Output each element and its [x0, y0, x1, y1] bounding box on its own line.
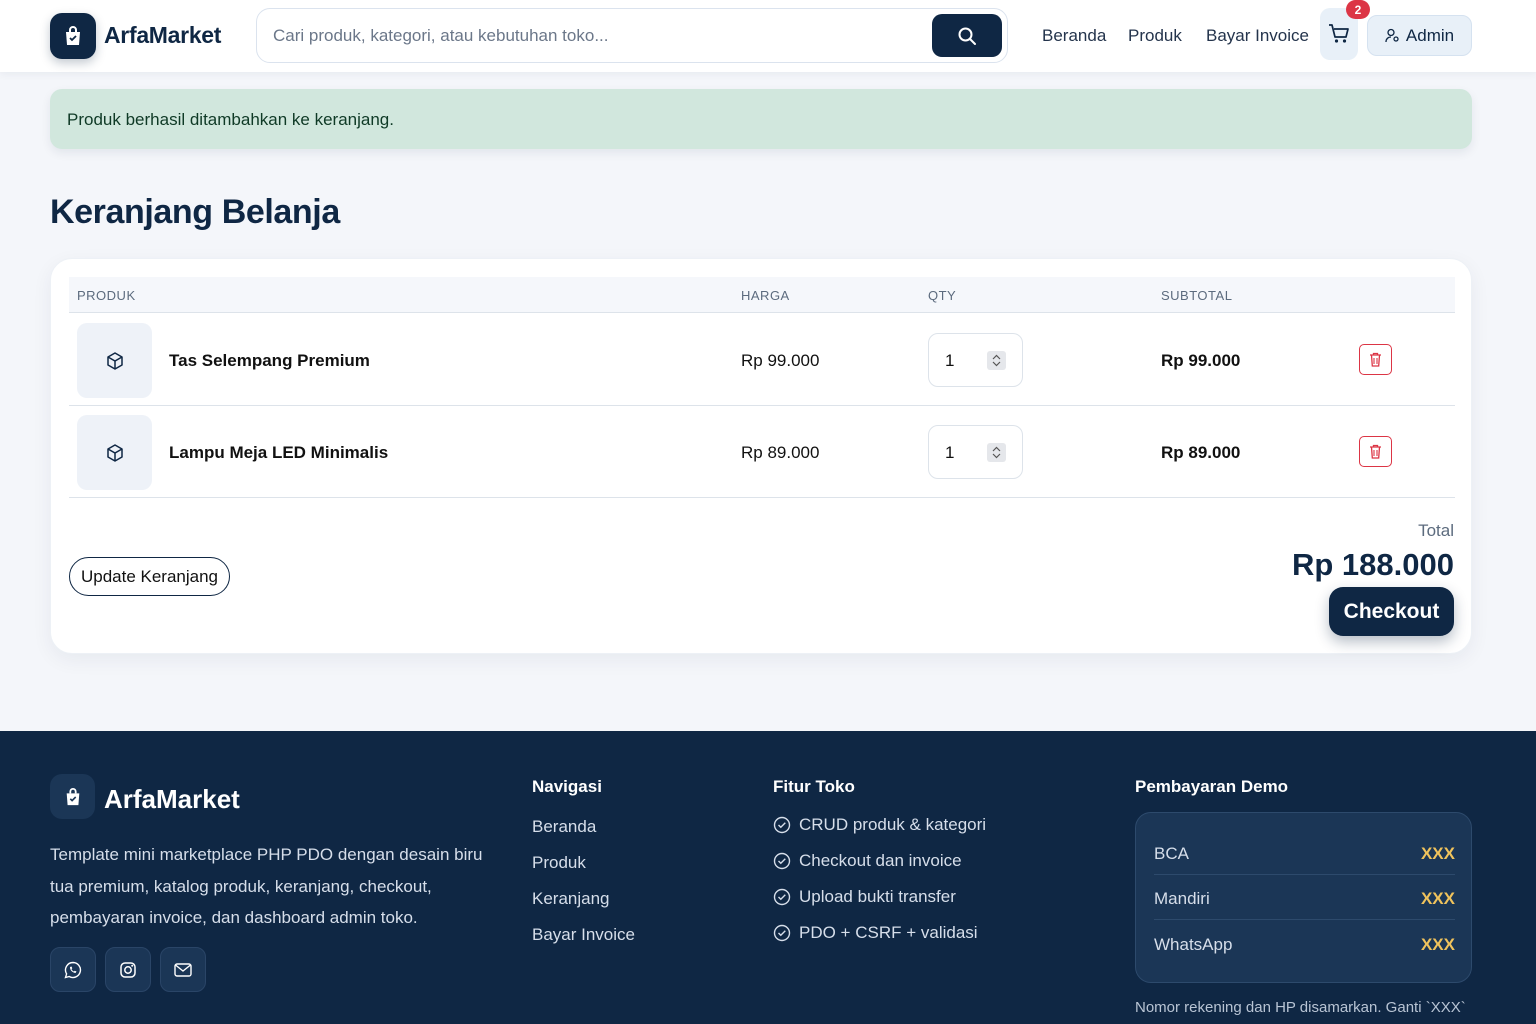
spin-arrows-icon[interactable] — [987, 351, 1006, 370]
table-row: Lampu Meja LED Minimalis Rp 89.000 1 Rp … — [69, 406, 1455, 498]
product-thumbnail[interactable] — [77, 323, 152, 398]
payment-method-value: XXX — [1420, 844, 1455, 863]
cart-icon — [1329, 24, 1349, 43]
cart-count-badge: 2 — [1346, 0, 1370, 19]
spin-arrows-icon[interactable] — [987, 443, 1006, 462]
table-header: PRODUK HARGA QTY SUBTOTAL — [69, 277, 1455, 313]
feature-label: Upload bukti transfer — [799, 887, 956, 906]
shopping-bag-logo-icon[interactable] — [50, 13, 96, 59]
nav-link-bayar-invoice[interactable]: Bayar Invoice — [1206, 26, 1309, 46]
payment-row: Mandiri XXX — [1154, 875, 1455, 920]
success-alert: Produk berhasil ditambahkan ke keranjang… — [50, 89, 1472, 149]
column-header-subtotal: SUBTOTAL — [1161, 288, 1233, 303]
whatsapp-icon[interactable] — [50, 947, 96, 992]
payment-row: BCA XXX — [1154, 830, 1455, 875]
box-icon — [106, 351, 123, 370]
search-bar — [256, 8, 1008, 63]
admin-label: Admin — [1405, 25, 1455, 45]
shopping-bag-logo-icon — [50, 774, 95, 819]
product-price: Rp 89.000 — [741, 443, 820, 462]
check-circle-icon — [773, 924, 791, 942]
payment-method-name: WhatsApp — [1154, 935, 1233, 954]
product-subtotal: Rp 99.000 — [1161, 351, 1241, 370]
payment-method-name: BCA — [1154, 844, 1189, 863]
footer-link-produk[interactable]: Produk — [532, 853, 586, 873]
feature-item: Checkout dan invoice — [773, 851, 962, 871]
nav-link-beranda[interactable]: Beranda — [1042, 26, 1106, 46]
delete-item-button[interactable] — [1359, 344, 1392, 375]
box-icon — [106, 443, 123, 462]
column-header-produk: PRODUK — [77, 288, 136, 303]
payment-info-box: BCA XXX Mandiri XXX WhatsApp XXX — [1135, 812, 1472, 983]
search-input[interactable] — [273, 21, 913, 51]
mail-icon[interactable] — [160, 947, 206, 992]
payment-note: Nomor rekening dan HP disamarkan. Ganti … — [1135, 999, 1466, 1016]
checkout-button[interactable]: Checkout — [1329, 587, 1454, 636]
feature-item: CRUD produk & kategori — [773, 815, 986, 835]
footer-link-beranda[interactable]: Beranda — [532, 817, 596, 837]
trash-icon — [1370, 352, 1381, 367]
feature-label: CRUD produk & kategori — [799, 815, 987, 834]
nav-link-produk[interactable]: Produk — [1128, 26, 1182, 46]
payment-method-name: Mandiri — [1154, 889, 1210, 908]
column-header-qty: QTY — [928, 288, 957, 303]
footer-payment-heading: Pembayaran Demo — [1135, 777, 1289, 796]
search-icon — [958, 27, 976, 45]
table-row: Tas Selempang Premium Rp 99.000 1 Rp 99.… — [69, 314, 1455, 406]
check-circle-icon — [773, 888, 791, 906]
footer-features-heading: Fitur Toko — [773, 777, 855, 796]
footer-link-keranjang[interactable]: Keranjang — [532, 889, 610, 909]
feature-label: PDO + CSRF + validasi — [799, 923, 978, 942]
feature-item: Upload bukti transfer — [773, 887, 956, 907]
check-circle-icon — [773, 816, 791, 834]
footer-nav-heading: Navigasi — [532, 777, 602, 796]
product-name[interactable]: Lampu Meja LED Minimalis — [169, 443, 388, 463]
product-price: Rp 99.000 — [741, 351, 820, 370]
feature-item: PDO + CSRF + validasi — [773, 923, 978, 943]
page-title: Keranjang Belanja — [50, 193, 340, 231]
top-navbar: ArfaMarket Beranda Produk Bayar Invoice … — [0, 0, 1536, 72]
total-amount: Rp 188.000 — [1292, 547, 1454, 582]
update-cart-button[interactable]: Update Keranjang — [69, 557, 230, 596]
brand-logo-text[interactable]: ArfaMarket — [104, 22, 221, 49]
quantity-value: 1 — [945, 443, 955, 462]
cart-card: PRODUK HARGA QTY SUBTOTAL Tas Selempang … — [50, 258, 1472, 654]
site-footer: ArfaMarket Template mini marketplace PHP… — [0, 731, 1536, 1024]
user-gear-icon — [1385, 28, 1399, 43]
quantity-stepper[interactable]: 1 — [928, 425, 1023, 479]
product-name[interactable]: Tas Selempang Premium — [169, 351, 370, 371]
payment-method-value: XXX — [1420, 889, 1455, 908]
check-circle-icon — [773, 852, 791, 870]
quantity-value: 1 — [945, 351, 955, 370]
admin-button[interactable]: Admin — [1367, 15, 1472, 56]
alert-message: Produk berhasil ditambahkan ke keranjang… — [67, 110, 394, 129]
total-label: Total — [1418, 521, 1454, 540]
trash-icon — [1370, 444, 1381, 459]
feature-label: Checkout dan invoice — [799, 851, 962, 870]
delete-item-button[interactable] — [1359, 436, 1392, 467]
footer-link-bayar-invoice[interactable]: Bayar Invoice — [532, 925, 635, 945]
column-header-harga: HARGA — [741, 288, 790, 303]
search-button[interactable] — [932, 14, 1002, 57]
product-subtotal: Rp 89.000 — [1161, 443, 1241, 462]
product-thumbnail[interactable] — [77, 415, 152, 490]
footer-description: Template mini marketplace PHP PDO dengan… — [50, 845, 483, 927]
payment-method-value: XXX — [1420, 935, 1455, 954]
payment-row: WhatsApp XXX — [1154, 921, 1455, 966]
quantity-stepper[interactable]: 1 — [928, 333, 1023, 387]
instagram-icon[interactable] — [105, 947, 151, 992]
footer-brand: ArfaMarket — [104, 784, 240, 814]
